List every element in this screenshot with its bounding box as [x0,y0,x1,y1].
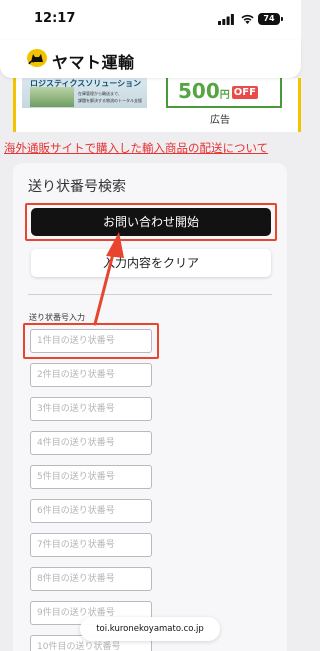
ad-off-badge: OFF [231,86,258,99]
annotation-highlight-start-button [25,203,277,241]
wifi-icon [241,14,254,24]
status-time: 12:17 [34,11,76,26]
tracking-number-input-4[interactable] [30,431,152,455]
tracking-number-input-6[interactable] [30,499,152,523]
status-bar: 12:17 74 [0,0,301,40]
ad-label: 広告 [210,115,230,126]
annotation-highlight-first-input [23,323,159,359]
tracking-input-label: 送り状番号入力 [29,313,85,322]
ad-price: 500 [178,79,220,103]
ad-yen: 円 [219,90,230,101]
ad-logistics-line2: 課題を解決する物流のトータル支援 [78,98,142,103]
ad-discount[interactable]: 500円 OFF [166,78,282,108]
tracking-search-title: 送り状番号検索 [28,179,126,195]
clear-input-button[interactable]: 入力内容をクリア [31,249,271,277]
ad-logistics[interactable]: ロジスティクスソリューション 在庫管理から輸送まで、 課題を解決する物流のトータ… [22,78,147,108]
ad-city-image [30,87,74,107]
black-cat-logo-icon[interactable] [26,48,48,68]
ad-banner[interactable]: ロジスティクスソリューション 在庫管理から輸送まで、 課題を解決する物流のトータ… [13,78,301,132]
ad-logistics-line1: 在庫管理から輸送まで、 [78,91,122,96]
tracking-number-input-2[interactable] [30,363,152,387]
battery-icon: 74 [258,13,283,25]
site-header: ヤマト運輸 [0,40,301,78]
import-delivery-notice-link[interactable]: 海外通販サイトで購入した輸入商品の配送について [4,140,301,156]
tracking-number-input-7[interactable] [30,533,152,557]
signal-icon [218,14,234,25]
section-divider [28,294,272,295]
ad-discount-price: 500円 OFF [178,79,258,103]
tracking-number-input-5[interactable] [30,465,152,489]
tracking-number-input-8[interactable] [30,567,152,591]
brand-name[interactable]: ヤマト運輸 [52,49,135,73]
tracking-number-input-3[interactable] [30,397,152,421]
browser-url-bar[interactable]: toi.kuronekoyamato.co.jp [80,617,220,641]
